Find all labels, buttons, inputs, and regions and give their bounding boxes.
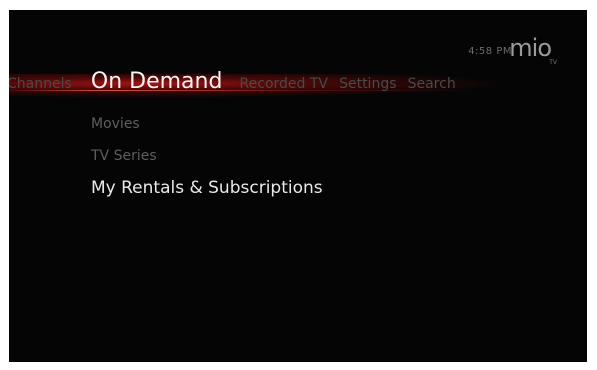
menu-item-tv-series[interactable]: TV Series <box>91 146 323 178</box>
mio-tv-logo: mio TV <box>509 34 557 66</box>
main-tabs: Channels On Demand Recorded TV Settings … <box>9 69 462 94</box>
tab-recorded-tv[interactable]: Recorded TV <box>240 76 328 92</box>
clock: 4:58 PM <box>468 46 512 57</box>
tab-search[interactable]: Search <box>408 76 456 92</box>
logo-subtext: TV <box>549 59 557 66</box>
logo-text: mio <box>509 34 552 62</box>
tab-settings[interactable]: Settings <box>339 76 396 92</box>
on-demand-menu: Movies TV Series My Rentals & Subscripti… <box>91 114 323 210</box>
menu-item-movies[interactable]: Movies <box>91 114 323 146</box>
tab-channels[interactable]: Channels <box>9 76 72 92</box>
top-navigation-bar: 4:58 PM mio TV Channels On Demand Record… <box>9 34 587 98</box>
menu-item-my-rentals-subscriptions[interactable]: My Rentals & Subscriptions <box>91 178 323 210</box>
tv-screen: 4:58 PM mio TV Channels On Demand Record… <box>9 10 587 362</box>
tab-on-demand[interactable]: On Demand <box>91 69 223 94</box>
